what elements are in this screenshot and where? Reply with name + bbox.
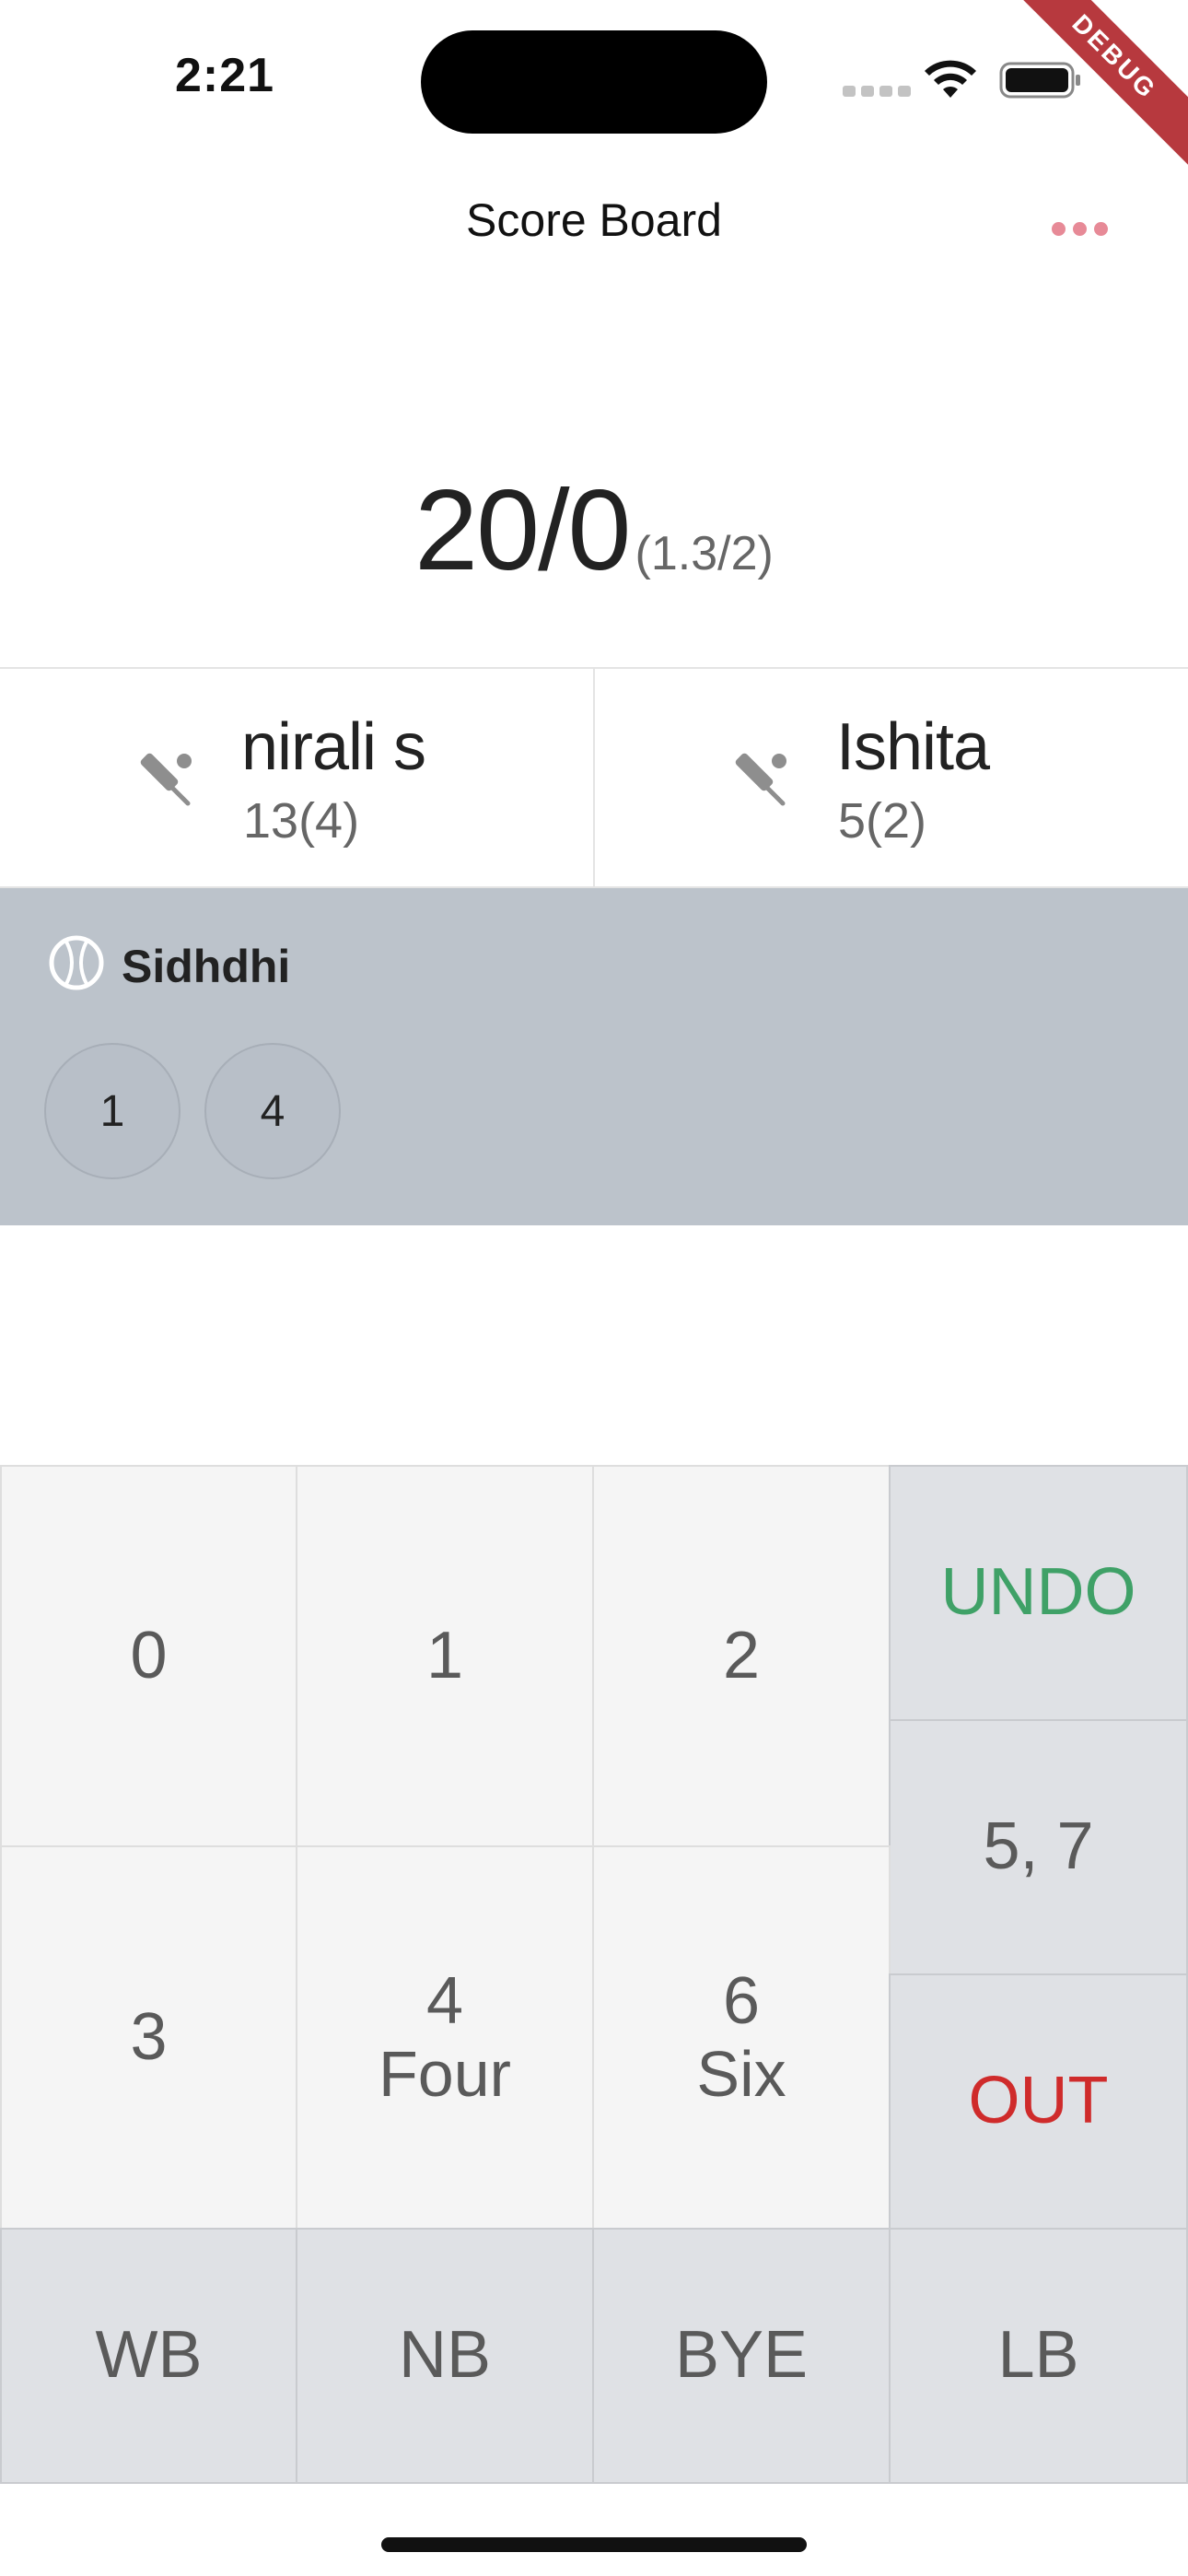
wifi-icon [925,60,976,98]
ball-chip: 1 [44,1043,181,1179]
bye-button[interactable]: BYE [592,2228,891,2484]
four-button[interactable]: 4 Four [296,1845,594,2230]
wide-ball-button[interactable]: WB [0,2228,297,2484]
more-horizontal-icon [1051,221,1066,236]
batsman-card-1[interactable]: nirali s 13(4) [0,669,595,886]
run-5-7-button[interactable]: 5, 7 [889,1719,1188,1975]
batsman-score: 5(2) [838,793,927,849]
batsman-name: Ishita [836,710,990,784]
cricket-bat-icon [735,753,786,806]
undo-button[interactable]: UNDO [889,1465,1188,1721]
leg-bye-button[interactable]: LB [889,2228,1188,2484]
bowler-panel: Sidhdhi 1 4 [0,888,1188,1225]
six-button[interactable]: 6 Six [592,1845,891,2230]
cricket-bat-icon [140,753,192,806]
bowler-name: Sidhdhi [122,941,291,992]
out-button[interactable]: OUT [889,1973,1188,2230]
cricket-ball-icon [49,935,104,990]
overs: (1.3/2) [635,527,774,580]
batsman-score: 13(4) [243,793,360,849]
ball-chip: 4 [204,1043,341,1179]
batsmen-row: nirali s 13(4) Ishita 5(2) [0,667,1188,888]
battery-icon [999,62,1080,99]
dynamic-island [421,30,767,134]
status-bar: 2:21 [0,0,1188,157]
over-balls: 1 4 [44,1043,341,1179]
run-1-button[interactable]: 1 [296,1465,594,1847]
run-0-button[interactable]: 0 [0,1465,297,1847]
signal-icon [843,86,911,97]
no-ball-button[interactable]: NB [296,2228,594,2484]
scoring-keypad: 0 1 2 UNDO 5, 7 3 4 Four 6 Six OUT WB NB… [0,1465,1188,2484]
run-3-button[interactable]: 3 [0,1845,297,2230]
page-title: Score Board [466,194,722,246]
runs-wickets: 20/0 [414,467,631,594]
home-indicator[interactable] [381,2537,807,2552]
batsman-card-2[interactable]: Ishita 5(2) [595,669,1188,886]
score-display: 20/0 (1.3/2) [0,465,1188,596]
batsman-name: nirali s [241,710,426,784]
status-time: 2:21 [175,49,275,102]
run-2-button[interactable]: 2 [592,1465,891,1847]
more-options-button[interactable] [1041,203,1118,254]
